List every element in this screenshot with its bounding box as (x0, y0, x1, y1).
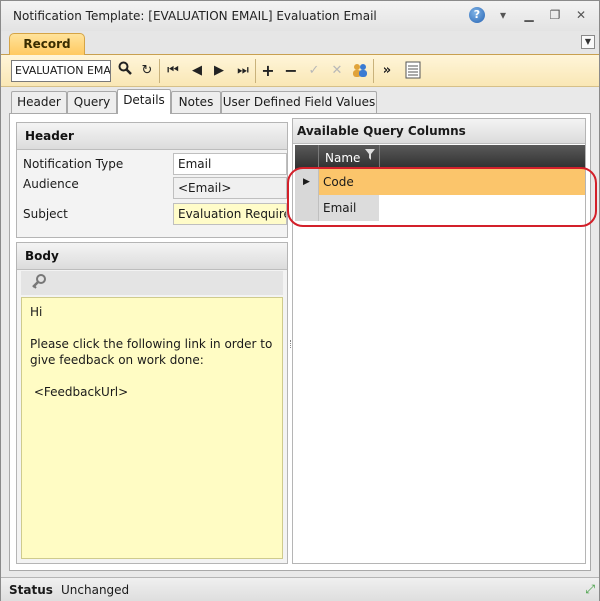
record-toolbar: EVALUATION EMAIL ↻ ⏮ ◀ ▶ ⏭ + − ✓ ✕ » (1, 55, 599, 87)
query-columns-panel: Available Query Columns Name ▶ Code Emai… (292, 118, 586, 564)
save-check-icon[interactable]: ✓ (304, 61, 324, 81)
body-text-editor[interactable]: Hi Please click the following link in or… (21, 297, 283, 559)
tab-query[interactable]: Query (67, 91, 117, 113)
header-panel-title: Header (17, 123, 287, 150)
title-bar: Notification Template: [EVALUATION EMAIL… (1, 1, 599, 31)
audience-field[interactable]: <Email> (173, 177, 287, 199)
row-selector (295, 195, 319, 221)
cell-filler (379, 169, 585, 195)
header-panel: Header Notification Type Email Audience … (16, 122, 288, 238)
audience-row: Audience <Email> (23, 177, 287, 199)
status-label: Status (9, 583, 53, 597)
subject-field[interactable]: Evaluation Required (173, 203, 287, 225)
audience-label: Audience (23, 177, 79, 191)
close-icon[interactable]: ✕ (573, 8, 589, 22)
status-bar: Status Unchanged ⤢ (1, 577, 599, 601)
notification-type-row: Notification Type Email (23, 153, 287, 175)
previous-record-icon[interactable]: ◀ (187, 61, 207, 81)
first-record-icon[interactable]: ⏮ (163, 61, 183, 81)
restore-icon[interactable]: ❐ (547, 8, 563, 22)
users-icon[interactable] (350, 61, 370, 81)
table-row[interactable]: ▶ Code (295, 169, 585, 195)
toolbar-divider (373, 59, 374, 83)
notification-type-field[interactable]: Email (173, 153, 287, 175)
ribbon-tab-record[interactable]: Record (9, 33, 85, 55)
dropdown-icon[interactable]: ▾ (495, 8, 511, 22)
column-header-name[interactable]: Name (325, 151, 360, 165)
query-columns-grid: Name ▶ Code Email (295, 145, 585, 221)
toolbar-divider (159, 59, 160, 83)
current-row-arrow-icon: ▶ (295, 169, 319, 195)
notification-template-window: Notification Template: [EVALUATION EMAIL… (0, 0, 600, 601)
remove-icon[interactable]: − (281, 61, 301, 81)
search-icon[interactable] (115, 61, 135, 81)
subject-label: Subject (23, 207, 68, 221)
add-icon[interactable]: + (258, 61, 278, 81)
attach-icon[interactable] (29, 273, 49, 293)
row-selector-header (295, 145, 319, 169)
body-toolbar (21, 271, 283, 295)
cell-name[interactable]: Code (319, 169, 379, 195)
query-columns-title: Available Query Columns (293, 119, 585, 144)
window-controls: ? ▾ ▁ ❐ ✕ (469, 7, 589, 23)
cell-filler (379, 195, 585, 221)
cell-name[interactable]: Email (319, 195, 379, 221)
body-panel-title: Body (17, 243, 287, 270)
body-panel: Body Hi Please click the following link … (16, 242, 288, 564)
tab-notes[interactable]: Notes (171, 91, 221, 113)
subject-row: Subject Evaluation Required (23, 203, 287, 225)
tab-user-defined-field-values[interactable]: User Defined Field Values (221, 91, 377, 113)
help-icon[interactable]: ? (469, 7, 485, 23)
column-divider (379, 145, 380, 169)
toolbar-divider (255, 59, 256, 83)
window-title: Notification Template: [EVALUATION EMAIL… (13, 9, 377, 23)
tab-details[interactable]: Details (117, 89, 171, 114)
left-column: Header Notification Type Email Audience … (16, 122, 288, 564)
more-icon[interactable]: » (377, 61, 397, 81)
cancel-x-icon[interactable]: ✕ (327, 61, 347, 81)
last-record-icon[interactable]: ⏭ (233, 61, 253, 81)
ribbon-collapse-icon[interactable]: ▼ (581, 35, 595, 49)
minimize-icon[interactable]: ▁ (521, 8, 537, 22)
ribbon-tab-strip: Record ▼ (1, 31, 599, 55)
record-search-input[interactable]: EVALUATION EMAIL (11, 60, 111, 82)
grid-header: Name (295, 145, 585, 169)
expand-icon[interactable]: ⤢ (585, 582, 595, 597)
status-value: Unchanged (61, 583, 130, 597)
next-record-icon[interactable]: ▶ (209, 61, 229, 81)
filter-icon[interactable] (365, 149, 375, 164)
notification-type-label: Notification Type (23, 157, 124, 171)
list-icon[interactable] (403, 61, 423, 81)
tab-header[interactable]: Header (11, 91, 67, 113)
details-content: Header Notification Type Email Audience … (9, 113, 591, 571)
refresh-icon[interactable]: ↻ (137, 61, 157, 81)
table-row[interactable]: Email (295, 195, 585, 221)
